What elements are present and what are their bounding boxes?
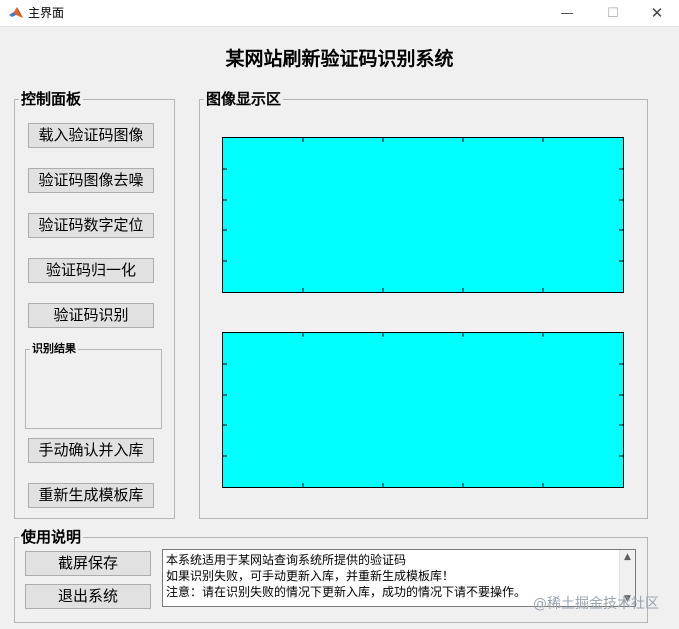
page-title: 某网站刷新验证码识别系统: [225, 48, 454, 70]
usage-panel-legend: 使用说明: [19, 527, 84, 547]
close-button[interactable]: ✕: [634, 0, 679, 26]
control-panel-legend: 控制面板: [19, 89, 84, 109]
image-axes-bottom: [222, 332, 624, 488]
usage-info-line: 注意：请在识别失败的情况下更新入库，成功的情况下请不要操作。: [166, 585, 527, 599]
control-panel: 控制面板 载入验证码图像 验证码图像去噪 验证码数字定位 验证码归一化 验证码识…: [14, 89, 175, 519]
normalize-button[interactable]: 验证码归一化: [28, 258, 154, 283]
window-titlebar: 主界面 — ☐ ✕: [0, 0, 679, 27]
load-image-button[interactable]: 载入验证码图像: [28, 123, 154, 148]
confirm-store-button[interactable]: 手动确认并入库: [28, 438, 154, 463]
image-axes-top: [222, 137, 624, 293]
screenshot-save-button[interactable]: 截屏保存: [25, 551, 151, 576]
usage-info-lines: 本系统适用于某网站查询系统所提供的验证码 如果识别失败，可手动更新入库，并重新生…: [166, 552, 526, 600]
image-display-panel: 图像显示区: [199, 89, 648, 519]
exit-system-button[interactable]: 退出系统: [25, 584, 151, 609]
result-legend: 识别结果: [30, 342, 78, 356]
recognize-button[interactable]: 验证码识别: [28, 303, 154, 328]
scroll-up-arrow-icon[interactable]: ▲: [620, 550, 635, 564]
denoise-button[interactable]: 验证码图像去噪: [28, 168, 154, 193]
maximize-button[interactable]: ☐: [590, 0, 636, 26]
axes-bottom-ticks: [223, 333, 623, 487]
usage-info-line: 如果识别失败，可手动更新入库，并重新生成模板库！: [166, 569, 455, 583]
image-display-legend: 图像显示区: [204, 89, 284, 109]
regenerate-template-button[interactable]: 重新生成模板库: [28, 483, 154, 508]
result-group: 识别结果: [25, 342, 162, 429]
axes-top-ticks: [223, 138, 623, 292]
minimize-button[interactable]: —: [544, 0, 590, 26]
watermark: @稀土掘金技术社区: [533, 596, 659, 612]
usage-info-line: 本系统适用于某网站查询系统所提供的验证码: [166, 553, 407, 567]
locate-digits-button[interactable]: 验证码数字定位: [28, 213, 154, 238]
matlab-logo-icon: [9, 7, 23, 18]
window-title: 主界面: [28, 6, 65, 20]
